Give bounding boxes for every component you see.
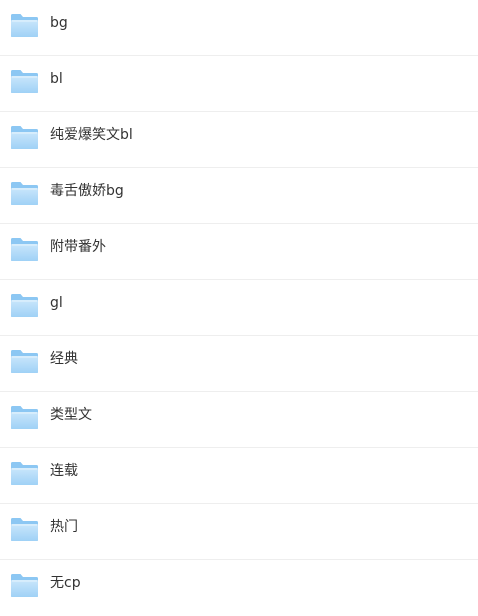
folder-label: gl (50, 295, 63, 311)
folder-item-pure-love-comedy-bl[interactable]: 纯爱爆笑文bl (0, 112, 478, 168)
folder-label: 经典 (50, 351, 78, 367)
folder-item-no-cp[interactable]: 无cp (0, 560, 478, 616)
folder-icon (10, 461, 39, 486)
folder-icon (10, 573, 39, 598)
folder-item-popular[interactable]: 热门 (0, 504, 478, 560)
folder-item-with-extras[interactable]: 附带番外 (0, 224, 478, 280)
folder-icon (10, 405, 39, 430)
folder-item-gl[interactable]: gl (0, 280, 478, 336)
folder-item-genre[interactable]: 类型文 (0, 392, 478, 448)
folder-label: bl (50, 71, 63, 87)
folder-icon (10, 293, 39, 318)
folder-item-bg[interactable]: bg (0, 0, 478, 56)
folder-list: bg bl 纯爱爆笑文bl 毒舌傲娇bg 附带番外 gl 经典 类型文 连载 热… (0, 0, 478, 616)
folder-icon (10, 69, 39, 94)
folder-icon (10, 13, 39, 38)
folder-label: 无cp (50, 575, 81, 591)
folder-icon (10, 125, 39, 150)
folder-icon (10, 349, 39, 374)
folder-label: 连载 (50, 463, 78, 479)
folder-label: 类型文 (50, 407, 92, 423)
folder-icon (10, 517, 39, 542)
folder-label: 热门 (50, 519, 78, 535)
folder-item-sharp-tongue-bg[interactable]: 毒舌傲娇bg (0, 168, 478, 224)
folder-label: 附带番外 (50, 239, 106, 255)
folder-icon (10, 181, 39, 206)
folder-label: 毒舌傲娇bg (50, 183, 124, 199)
folder-icon (10, 237, 39, 262)
folder-item-serialized[interactable]: 连载 (0, 448, 478, 504)
folder-item-bl[interactable]: bl (0, 56, 478, 112)
folder-label: bg (50, 15, 68, 31)
folder-label: 纯爱爆笑文bl (50, 127, 133, 143)
folder-item-classic[interactable]: 经典 (0, 336, 478, 392)
